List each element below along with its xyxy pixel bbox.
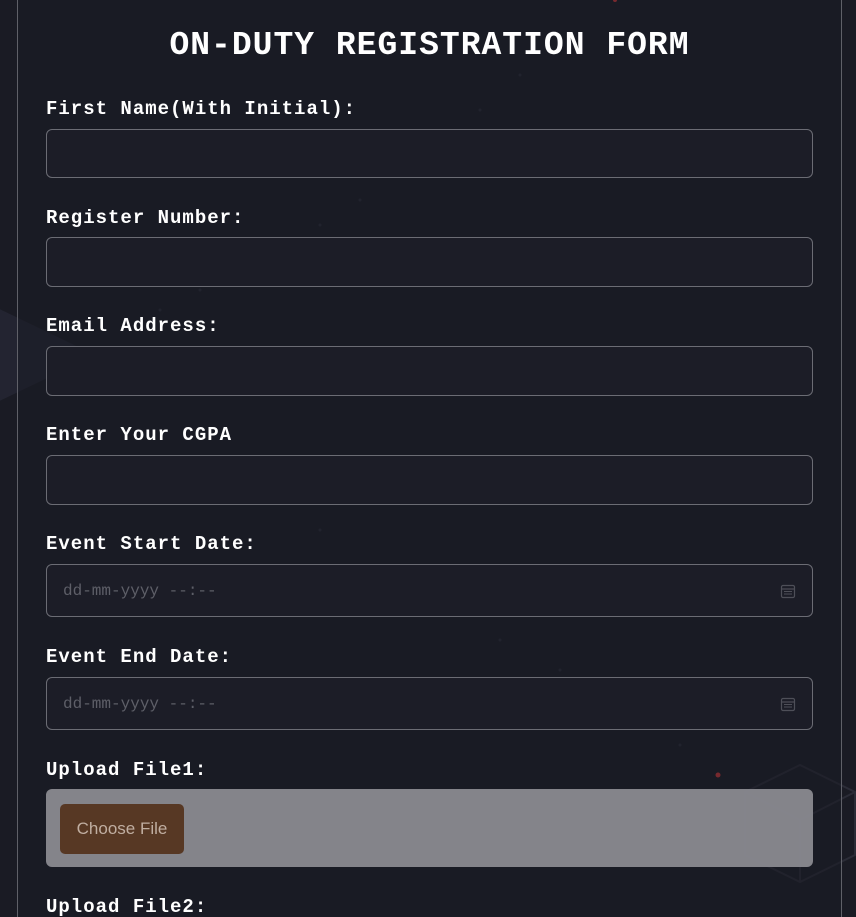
calendar-icon[interactable] xyxy=(780,696,796,712)
register-number-input[interactable] xyxy=(46,237,813,287)
email-address-label: Email Address: xyxy=(46,315,220,337)
event-end-date-label: Event End Date: xyxy=(46,646,233,668)
email-address-input[interactable] xyxy=(46,346,813,396)
upload-file1-input[interactable]: Choose File xyxy=(46,789,813,867)
event-start-date-input[interactable]: dd-mm-yyyy --:-- xyxy=(46,564,813,617)
event-start-date-placeholder: dd-mm-yyyy --:-- xyxy=(63,582,217,600)
first-name-input[interactable] xyxy=(46,129,813,178)
register-number-label: Register Number: xyxy=(46,207,245,229)
upload-file1-label: Upload File1: xyxy=(46,759,208,781)
upload-file2-label: Upload File2: xyxy=(46,896,208,917)
form-title: ON-DUTY REGISTRATION FORM xyxy=(169,27,690,64)
cgpa-label: Enter Your CGPA xyxy=(46,424,233,446)
event-end-date-input[interactable]: dd-mm-yyyy --:-- xyxy=(46,677,813,730)
choose-file-button[interactable]: Choose File xyxy=(60,804,184,854)
calendar-icon[interactable] xyxy=(780,583,796,599)
first-name-label: First Name(With Initial): xyxy=(46,98,357,120)
event-end-date-placeholder: dd-mm-yyyy --:-- xyxy=(63,695,217,713)
event-start-date-label: Event Start Date: xyxy=(46,533,257,555)
cgpa-input[interactable] xyxy=(46,455,813,505)
